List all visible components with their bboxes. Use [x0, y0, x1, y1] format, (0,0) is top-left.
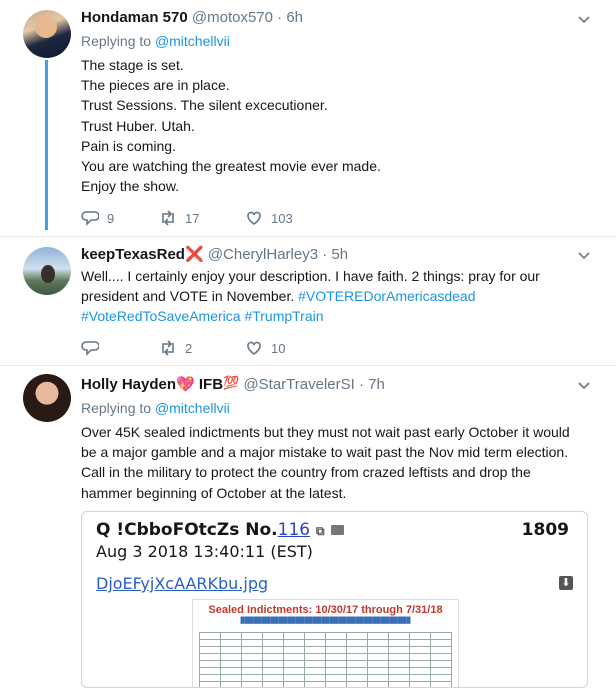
tweet-header: Hondaman 570 @motox570 · 6h	[81, 9, 304, 26]
timestamp[interactable]: 7h	[368, 376, 385, 393]
cross-mark-emoji: ❌	[184, 246, 204, 263]
like-button[interactable]: 103	[245, 209, 293, 227]
indictments-image[interactable]: Sealed Indictments: 10/30/17 through 7/3…	[192, 599, 459, 687]
external-link-icon[interactable]: ⧉	[316, 524, 325, 538]
timestamp[interactable]: 5h	[331, 246, 348, 263]
thread-line	[45, 60, 48, 230]
replying-to: Replying to @mitchellvii	[81, 400, 230, 416]
image-subtitle: ████████████████████████████████████████	[240, 618, 411, 624]
tweet-text: Well.... I certainly enjoy your descript…	[81, 268, 540, 325]
chevron-down-icon[interactable]	[578, 249, 590, 261]
image-filename-link[interactable]: DjoEFyjXcAARKbu.jpg	[96, 574, 268, 593]
tweet-text: The stage is set. The pieces are in plac…	[81, 57, 381, 195]
chevron-down-icon[interactable]	[578, 13, 590, 25]
mention-link[interactable]: @mitchellvii	[155, 400, 230, 416]
user-handle[interactable]: @motox570	[192, 9, 273, 26]
hashtag-link[interactable]: #VOTEREDorAmericasdead	[298, 288, 475, 304]
tweet-1[interactable]: Hondaman 570 @motox570 · 6h Replying to …	[0, 0, 616, 236]
reply-icon	[81, 211, 99, 226]
like-button[interactable]: 10	[245, 339, 285, 357]
heart-icon	[247, 211, 261, 225]
display-name[interactable]: keepTexasRed	[81, 246, 185, 263]
display-name[interactable]: Holly Hayden	[81, 376, 176, 393]
chevron-down-icon[interactable]	[578, 379, 590, 391]
user-handle[interactable]: @StarTravelerSI	[243, 376, 354, 393]
post-date: Aug 3 2018 13:40:11 (EST)	[96, 542, 313, 561]
display-name[interactable]: Hondaman 570	[81, 9, 188, 26]
retweet-icon	[162, 210, 174, 226]
post-number-link[interactable]: 116	[278, 520, 310, 540]
image-table-grid	[199, 632, 452, 687]
avatar[interactable]	[23, 374, 71, 422]
download-icon[interactable]: ⬇	[559, 576, 573, 590]
heart-emoji: 💖	[176, 376, 195, 393]
retweet-button[interactable]: 2	[159, 339, 192, 357]
tweet-2[interactable]: keepTexasRed❌ @CherylHarley3 · 5h Well..…	[0, 237, 616, 365]
embedded-image-card[interactable]: Q !CbboFOtcZs No.116 ⧉ 1809 Aug 3 2018 1…	[81, 511, 588, 688]
post-title: Q !CbboFOtcZs No.116 ⧉	[96, 520, 344, 540]
folder-icon[interactable]	[330, 525, 344, 535]
heart-icon	[247, 341, 261, 355]
user-handle[interactable]: @CherylHarley3	[208, 246, 318, 263]
retweet-icon	[162, 340, 174, 356]
image-title: Sealed Indictments: 10/30/17 through 7/3…	[208, 604, 443, 616]
retweet-button[interactable]: 17	[159, 209, 199, 227]
hashtag-link[interactable]: #VoteRedToSaveAmerica	[81, 308, 241, 324]
replying-to: Replying to @mitchellvii	[81, 33, 230, 49]
tweet-header: Holly Hayden💖 IFB💯 @StarTravelerSI · 7h	[81, 375, 385, 393]
tweet-header: keepTexasRed❌ @CherylHarley3 · 5h	[81, 246, 349, 263]
post-count: 1809	[521, 520, 569, 540]
hashtag-link[interactable]: #TrumpTrain	[244, 308, 323, 324]
reply-button[interactable]: 9	[81, 209, 114, 227]
avatar[interactable]	[23, 247, 71, 295]
tweet-text: Over 45K sealed indictments but they mus…	[81, 424, 570, 501]
reply-icon	[81, 341, 99, 356]
hundred-emoji: 💯	[223, 375, 240, 390]
avatar[interactable]	[23, 10, 71, 58]
reply-button[interactable]	[81, 339, 107, 357]
timestamp[interactable]: 6h	[286, 9, 303, 26]
mention-link[interactable]: @mitchellvii	[155, 33, 230, 49]
